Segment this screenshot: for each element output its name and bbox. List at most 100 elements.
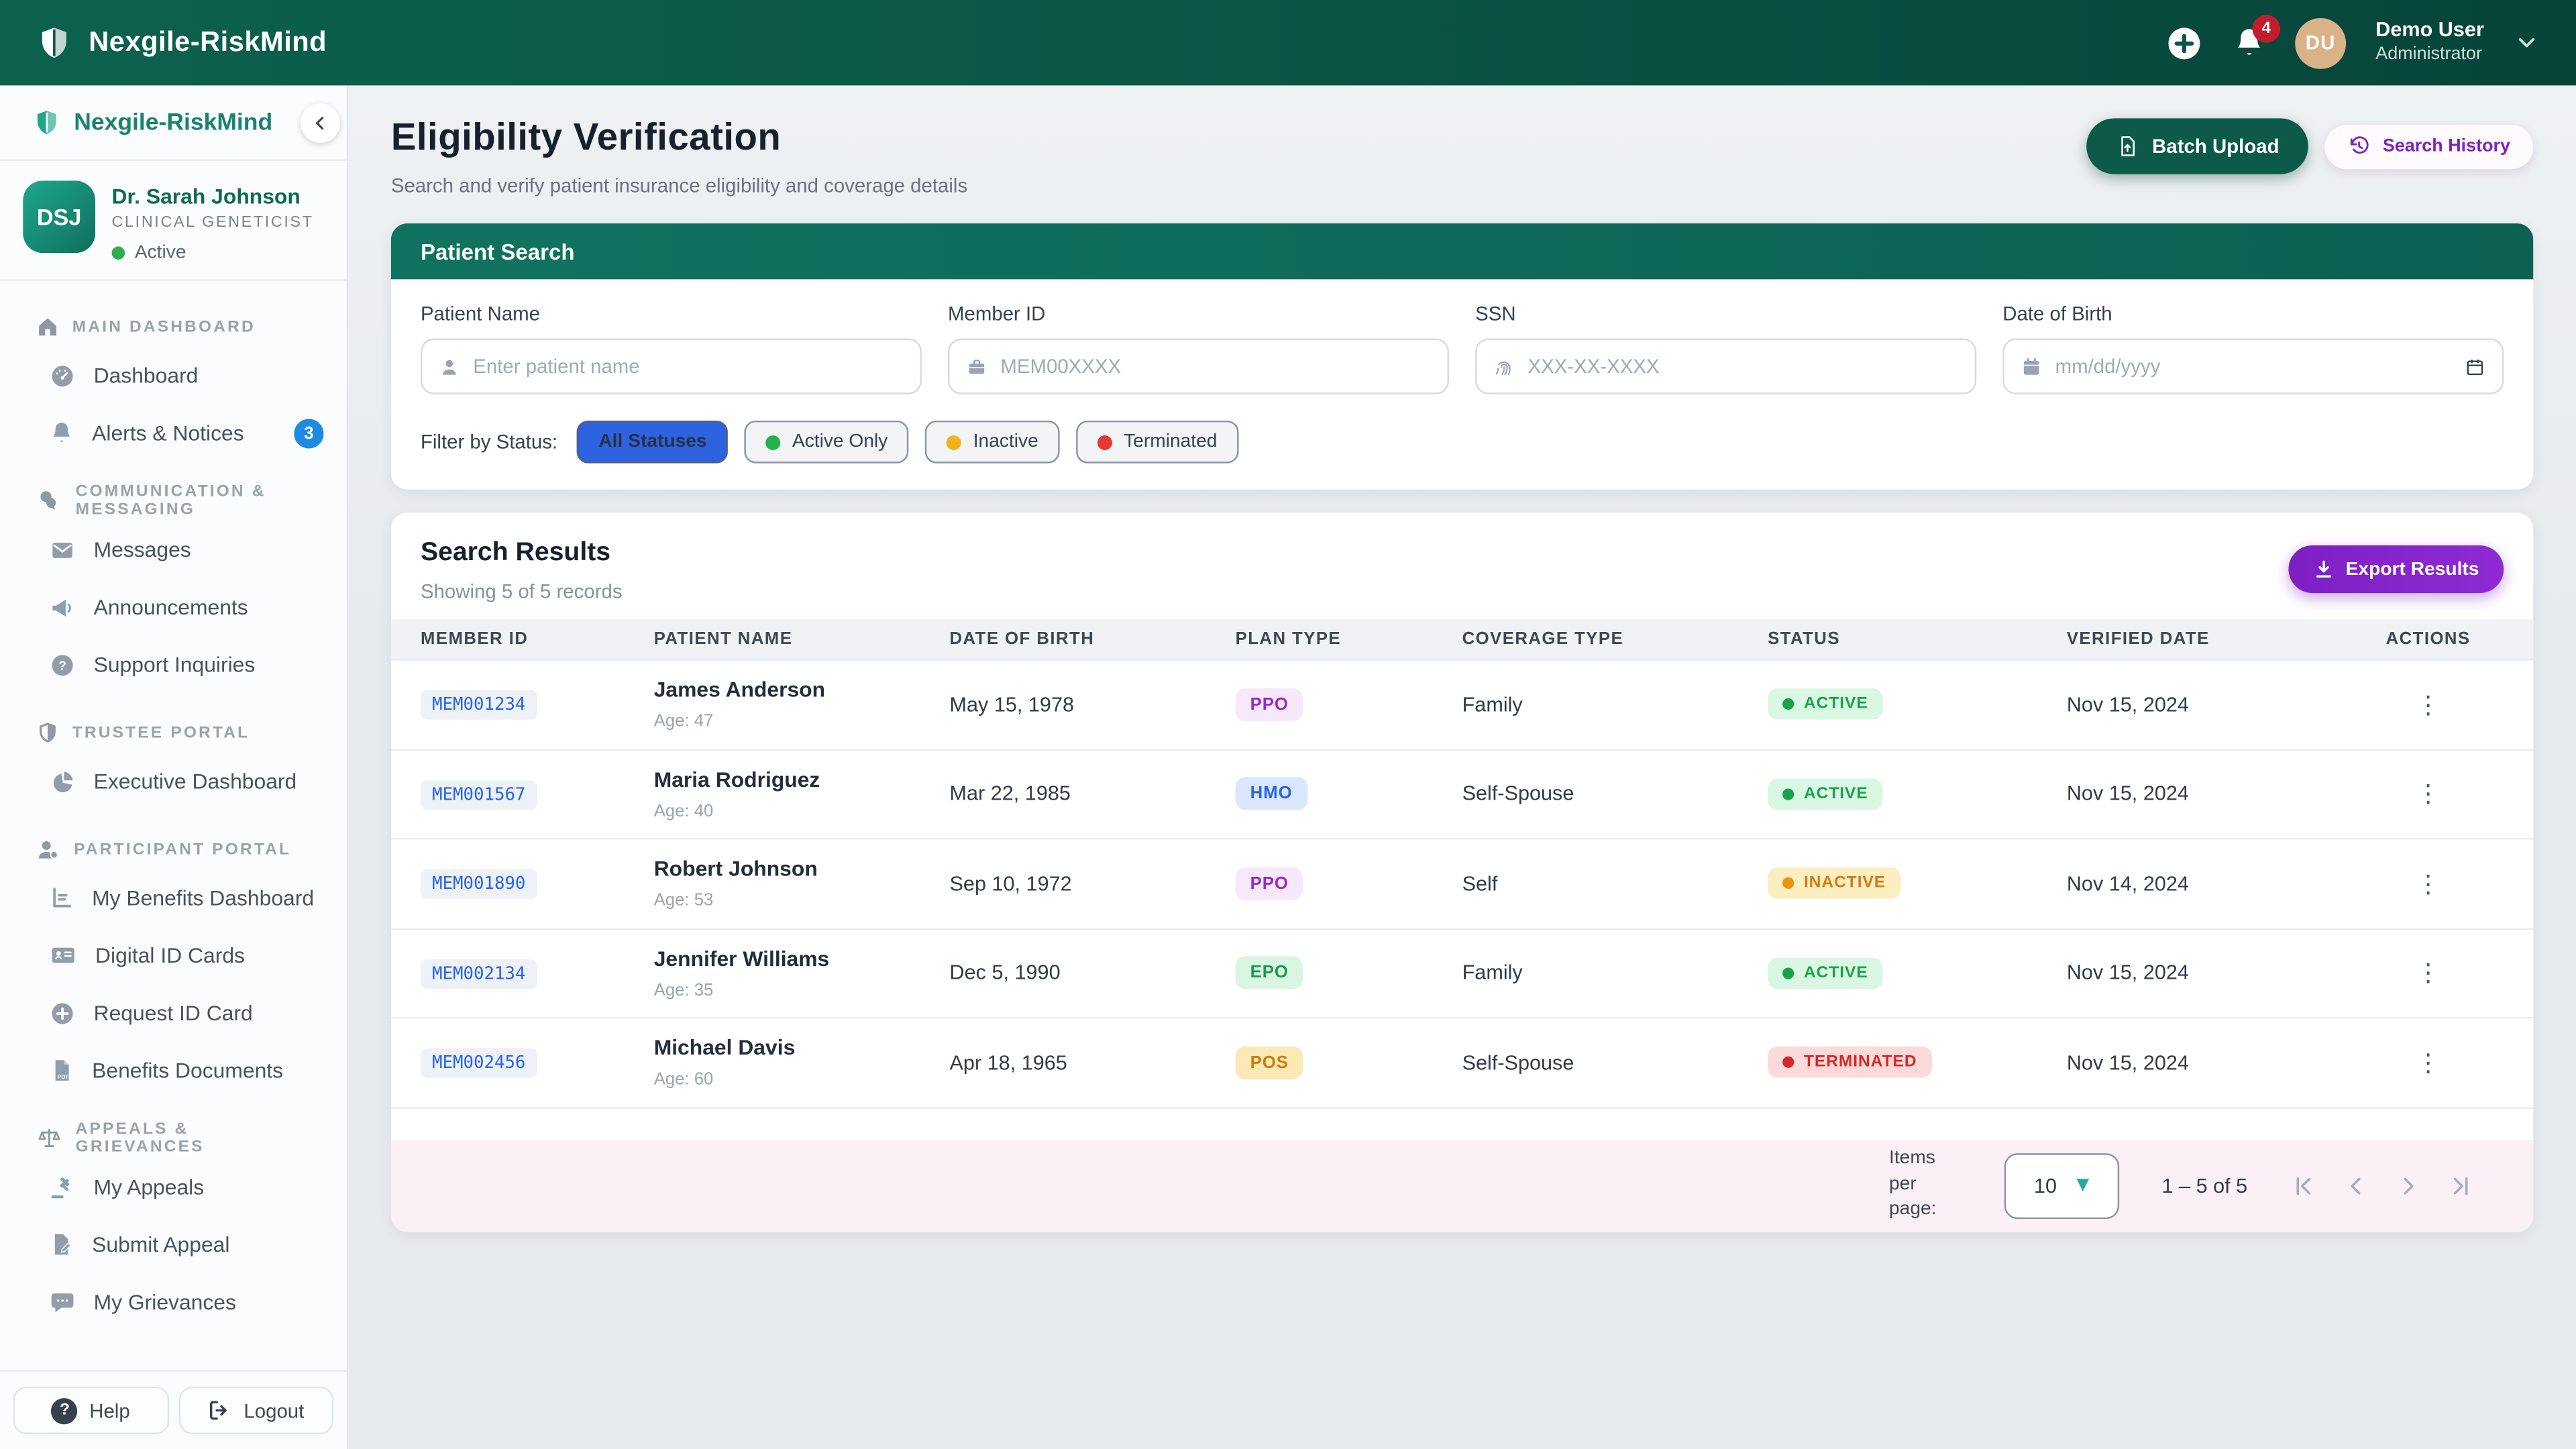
chevron-down-icon[interactable] xyxy=(2514,30,2540,56)
user-info[interactable]: Demo User Administrator xyxy=(2375,19,2484,67)
row-actions-button[interactable]: ⋮ xyxy=(2353,958,2504,987)
history-icon xyxy=(2348,135,2371,158)
row-actions-button[interactable]: ⋮ xyxy=(2353,1048,2504,1077)
sidebar-item-executive-dashboard[interactable]: Executive Dashboard xyxy=(0,753,347,810)
sidebar-collapse-button[interactable] xyxy=(301,103,340,143)
last-page-button[interactable] xyxy=(2448,1172,2474,1198)
envelope-icon xyxy=(49,537,75,563)
user-profile-card[interactable]: DSJ Dr. Sarah Johnson CLINICAL GENETICIS… xyxy=(0,161,347,281)
search-fields: Patient Name Enter patient name Member I… xyxy=(421,303,2504,394)
search-history-button[interactable]: Search History xyxy=(2325,124,2533,168)
status-dot xyxy=(766,435,781,449)
sidebar-item-my-grievances[interactable]: My Grievances xyxy=(0,1273,347,1331)
filter-chip-terminated[interactable]: Terminated xyxy=(1076,421,1238,464)
svg-text:?: ? xyxy=(58,657,66,672)
id-card-icon xyxy=(49,941,77,969)
member-id-link[interactable]: MEM002134 xyxy=(421,959,537,989)
sidebar-item-dashboard[interactable]: Dashboard xyxy=(0,347,347,405)
export-results-button[interactable]: Export Results xyxy=(2288,545,2504,593)
add-button[interactable] xyxy=(2165,24,2203,62)
table-row: MEM001890 Robert Johnson Age: 53 Sep 10,… xyxy=(391,839,2533,928)
help-button[interactable]: ? Help xyxy=(13,1387,168,1434)
date-of-birth-input[interactable]: mm/dd/yyyy xyxy=(2002,338,2504,394)
sidebar-item-announcements[interactable]: Announcements xyxy=(0,578,347,636)
table-row: MEM002456 Michael Davis Age: 60 Apr 18, … xyxy=(391,1018,2533,1108)
avatar[interactable]: DU xyxy=(2295,17,2346,68)
sidebar-item-alerts-notices[interactable]: Alerts & Notices 3 xyxy=(0,404,347,462)
batch-upload-label: Batch Upload xyxy=(2152,135,2279,158)
sidebar-item-label: Executive Dashboard xyxy=(94,769,324,794)
megaphone-icon xyxy=(49,594,75,620)
status-dot xyxy=(1097,435,1112,449)
column-header-verified-date: VERIFIED DATE xyxy=(2067,629,2353,649)
sidebar-item-label: Submit Appeal xyxy=(92,1232,323,1257)
search-history-label: Search History xyxy=(2383,136,2510,156)
sidebar-section-header: MAIN DASHBOARD xyxy=(0,311,347,343)
sidebar-item-label: My Grievances xyxy=(94,1289,324,1314)
patient-name: Maria Rodriguez xyxy=(654,767,950,792)
sidebar-section-communication-messaging: COMMUNICATION & MESSAGING Messages Annou… xyxy=(0,484,347,693)
patient-age: Age: 35 xyxy=(654,980,950,1000)
sidebar-item-my-appeals[interactable]: My Appeals xyxy=(0,1159,347,1216)
table-header: MEMBER ID PATIENT NAME DATE OF BIRTH PLA… xyxy=(391,619,2533,660)
patient-name: James Anderson xyxy=(654,678,950,702)
gavel-icon xyxy=(49,1174,75,1200)
previous-page-button[interactable] xyxy=(2343,1172,2369,1198)
sidebar-item-submit-appeal[interactable]: Submit Appeal xyxy=(0,1216,347,1273)
logout-button[interactable]: Logout xyxy=(178,1387,333,1434)
sidebar-section-label: APPEALS & GRIEVANCES xyxy=(76,1120,324,1157)
help-label: Help xyxy=(89,1399,129,1421)
chat-icon xyxy=(36,488,62,514)
sidebar-item-benefits-documents[interactable]: PDF Benefits Documents xyxy=(0,1042,347,1099)
file-upload-icon xyxy=(2116,135,2139,158)
field-ssn: SSN XXX-XX-XXXX xyxy=(1475,303,1976,394)
filter-chip-active-only[interactable]: Active Only xyxy=(745,421,909,464)
sidebar-item-digital-id-cards[interactable]: Digital ID Cards xyxy=(0,926,347,984)
member-id-link[interactable]: MEM001890 xyxy=(421,869,537,899)
sidebar-item-support-inquiries[interactable]: ? Support Inquiries xyxy=(0,636,347,694)
sidebar-header: Nexgile-RiskMind xyxy=(0,85,347,161)
member-id-input[interactable]: MEM00XXXX xyxy=(948,338,1449,394)
svg-text:PDF: PDF xyxy=(58,1073,69,1080)
items-per-page-value: 10 xyxy=(2034,1174,2057,1197)
status-dot xyxy=(112,246,125,260)
patient-name-input[interactable]: Enter patient name xyxy=(421,338,922,394)
scales-icon xyxy=(36,1126,62,1152)
sidebar-item-request-id-card[interactable]: Request ID Card xyxy=(0,984,347,1042)
field-label: Member ID xyxy=(948,303,1449,325)
member-id-link[interactable]: MEM002456 xyxy=(421,1049,537,1078)
coverage-type: Family xyxy=(1462,961,1768,984)
shield-small-icon xyxy=(36,721,59,744)
briefcase-icon xyxy=(966,356,987,377)
notifications-button[interactable]: 4 xyxy=(2233,26,2265,59)
top-header: Nexgile-RiskMind 4 DU Demo User Administ… xyxy=(0,0,2576,85)
row-actions-button[interactable]: ⋮ xyxy=(2353,779,2504,808)
ssn-input[interactable]: XXX-XX-XXXX xyxy=(1475,338,1976,394)
sidebar-section-main-dashboard: MAIN DASHBOARD Dashboard Alerts & Notice… xyxy=(0,311,347,462)
logout-icon xyxy=(208,1398,233,1423)
sidebar-item-my-benefits-dashboard[interactable]: My Benefits Dashboard xyxy=(0,869,347,927)
items-per-page-select[interactable]: 10 ▼ xyxy=(2004,1152,2118,1218)
first-page-button[interactable] xyxy=(2290,1172,2316,1198)
row-actions-button[interactable]: ⋮ xyxy=(2353,869,2504,898)
row-actions-button[interactable]: ⋮ xyxy=(2353,690,2504,719)
user-name: Demo User xyxy=(2375,19,2484,44)
member-id-link[interactable]: MEM001234 xyxy=(421,690,537,720)
column-header-member-id: MEMBER ID xyxy=(421,629,654,649)
sidebar-brand-label: Nexgile-RiskMind xyxy=(74,109,330,136)
user-role: Administrator xyxy=(2375,44,2484,67)
field-date-of-birth: Date of Birth mm/dd/yyyy xyxy=(2002,303,2504,394)
column-header-patient-name: PATIENT NAME xyxy=(654,629,950,649)
batch-upload-button[interactable]: Batch Upload xyxy=(2086,118,2308,174)
filter-chip-inactive[interactable]: Inactive xyxy=(926,421,1060,464)
question-circle-icon: ? xyxy=(49,651,75,678)
next-page-button[interactable] xyxy=(2396,1172,2422,1198)
coverage-type: Self-Spouse xyxy=(1462,1051,1768,1074)
filter-chip-all-statuses[interactable]: All Statuses xyxy=(578,421,729,464)
status-badge: ACTIVE xyxy=(1768,689,1883,720)
patient-name: Robert Johnson xyxy=(654,857,950,881)
sidebar-item-messages[interactable]: Messages xyxy=(0,521,347,578)
input-placeholder: Enter patient name xyxy=(473,355,904,378)
member-id-link[interactable]: MEM001567 xyxy=(421,780,537,810)
filter-chip-label: Inactive xyxy=(973,432,1038,451)
